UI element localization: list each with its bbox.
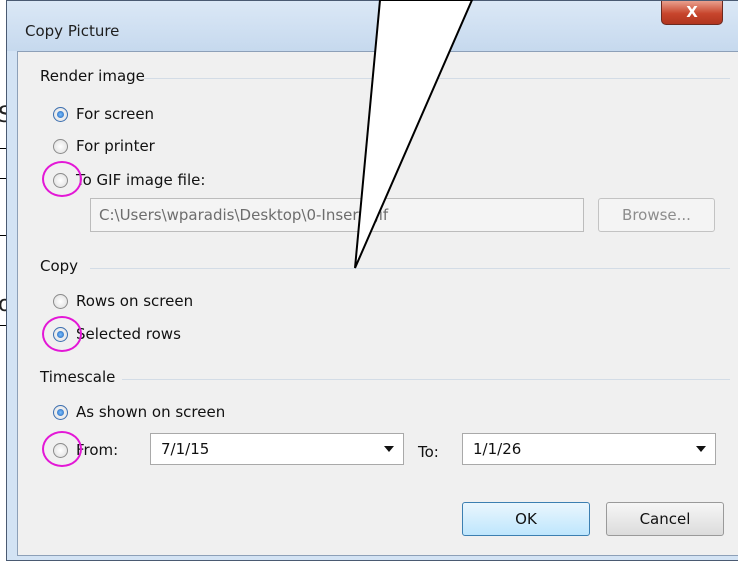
ok-button[interactable]: OK bbox=[462, 502, 590, 536]
dropdown-arrow-icon bbox=[696, 446, 706, 452]
radio-button-selected[interactable] bbox=[53, 106, 68, 122]
radio-label: For screen bbox=[76, 105, 155, 123]
gif-file-path-input[interactable]: C:\Users\wparadis\Desktop\0-Insert.gif bbox=[90, 198, 584, 232]
highlight-ring bbox=[42, 316, 82, 352]
radio-label: From: bbox=[76, 441, 119, 459]
cancel-button[interactable]: Cancel bbox=[606, 502, 724, 536]
from-date-value: 7/1/15 bbox=[161, 440, 210, 458]
dialog-title: Copy Picture bbox=[25, 22, 120, 40]
browse-button[interactable]: Browse... bbox=[598, 198, 715, 232]
group-divider bbox=[90, 268, 730, 269]
radio-button[interactable] bbox=[53, 138, 68, 154]
copy-picture-dialog: Copy Picture X Render image For screen F… bbox=[6, 0, 738, 561]
radio-label: Rows on screen bbox=[76, 292, 194, 310]
close-button[interactable]: X bbox=[661, 1, 723, 25]
radio-label: To GIF image file: bbox=[76, 171, 206, 189]
group-label-render-image: Render image bbox=[40, 67, 151, 85]
radio-button-selected[interactable] bbox=[53, 404, 68, 420]
radio-for-printer[interactable]: For printer bbox=[53, 137, 155, 155]
group-label-timescale: Timescale bbox=[40, 368, 122, 386]
to-label: To: bbox=[418, 443, 439, 461]
group-divider bbox=[144, 78, 730, 79]
radio-label: As shown on screen bbox=[76, 403, 226, 421]
radio-for-screen[interactable]: For screen bbox=[53, 105, 154, 123]
group-divider bbox=[122, 379, 730, 380]
highlight-ring bbox=[42, 161, 82, 197]
radio-label: Selected rows bbox=[76, 325, 181, 343]
dialog-client-area: Render image For screen For printer To G… bbox=[17, 51, 738, 556]
radio-as-shown-on-screen[interactable]: As shown on screen bbox=[53, 403, 225, 421]
to-date-value: 1/1/26 bbox=[473, 440, 522, 458]
title-bar[interactable]: Copy Picture X bbox=[7, 1, 738, 51]
radio-label: For printer bbox=[76, 137, 155, 155]
group-label-copy: Copy bbox=[40, 257, 85, 275]
dropdown-arrow-icon bbox=[384, 446, 394, 452]
radio-rows-on-screen[interactable]: Rows on screen bbox=[53, 292, 193, 310]
to-date-select[interactable]: 1/1/26 bbox=[462, 433, 716, 465]
close-icon: X bbox=[686, 3, 698, 21]
from-date-select[interactable]: 7/1/15 bbox=[150, 433, 404, 465]
radio-button[interactable] bbox=[53, 293, 68, 309]
highlight-ring bbox=[42, 431, 82, 467]
